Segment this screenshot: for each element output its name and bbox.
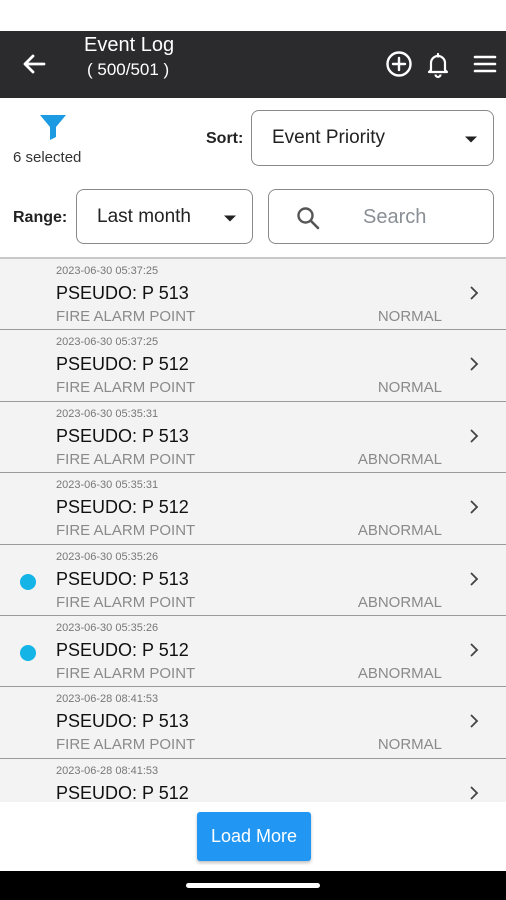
chevron-right-icon: [470, 429, 479, 443]
event-name: PSEUDO: P 513: [56, 711, 189, 732]
event-row[interactable]: 2023-06-30 05:35:26 PSEUDO: P 513 FIRE A…: [0, 544, 506, 616]
chevron-right-icon: [470, 714, 479, 728]
event-name: PSEUDO: P 513: [56, 568, 189, 589]
event-name: PSEUDO: P 512: [56, 639, 189, 660]
event-name: PSEUDO: P 512: [56, 782, 189, 802]
event-timestamp: 2023-06-30 05:35:26: [56, 621, 159, 634]
chevron-right-icon: [470, 643, 479, 657]
event-row[interactable]: 2023-06-30 05:35:26 PSEUDO: P 512 FIRE A…: [0, 615, 506, 688]
sort-value: Event Priority: [272, 127, 385, 148]
event-name: PSEUDO: P 512: [56, 497, 189, 518]
unread-indicator: [20, 644, 36, 661]
event-state: NORMAL: [377, 379, 442, 397]
event-name: PSEUDO: P 512: [56, 354, 189, 375]
event-name: PSEUDO: P 513: [56, 425, 189, 446]
event-state: ABNORMAL: [357, 450, 442, 468]
search-input[interactable]: Search: [268, 189, 494, 244]
chevron-right-icon: [470, 357, 479, 372]
magnifier-icon: [297, 207, 320, 230]
event-name: PSEUDO: P 513: [56, 283, 189, 303]
funnel-icon[interactable]: [38, 112, 68, 142]
app-bar: Event Log ( 500/501 ): [0, 31, 506, 98]
range-dropdown[interactable]: Last month: [76, 189, 253, 244]
event-count: ( 500/501 ): [87, 60, 170, 79]
event-row[interactable]: 2023-06-30 05:35:31 PSEUDO: P 512 FIRE A…: [0, 473, 506, 545]
event-timestamp: 2023-06-28 08:41:53: [56, 764, 159, 777]
event-timestamp: 2023-06-30 05:35:31: [56, 407, 159, 420]
event-type: FIRE ALARM POINT: [56, 664, 196, 682]
chevron-right-icon: [470, 786, 479, 800]
system-nav-bar: [0, 871, 506, 900]
event-state: ABNORMAL: [357, 664, 442, 682]
sort-dropdown[interactable]: Event Priority: [251, 110, 494, 166]
event-row[interactable]: 2023-06-30 05:37:25 PSEUDO: P 512 FIRE A…: [0, 330, 506, 402]
search-placeholder: Search: [363, 206, 427, 228]
unread-indicator: [20, 573, 36, 590]
bell-icon[interactable]: [423, 49, 453, 79]
range-label: Range:: [13, 209, 68, 226]
load-more-button[interactable]: Load More: [197, 812, 311, 861]
event-timestamp: 2023-06-30 05:37:25: [56, 265, 159, 277]
chevron-right-icon: [470, 500, 479, 514]
filter-selected-count: 6 selected: [13, 149, 82, 166]
hamburger-menu-icon[interactable]: [470, 49, 500, 79]
event-type: FIRE ALARM POINT: [56, 379, 196, 397]
caret-down-icon: [224, 215, 236, 221]
event-state: NORMAL: [377, 736, 442, 754]
event-row[interactable]: 2023-06-28 08:41:53 PSEUDO: P 513 FIRE A…: [0, 687, 506, 759]
event-timestamp: 2023-06-28 08:41:53: [56, 693, 159, 706]
event-timestamp: 2023-06-30 05:37:25: [56, 336, 159, 349]
event-type: FIRE ALARM POINT: [56, 522, 196, 540]
event-type: FIRE ALARM POINT: [56, 593, 196, 611]
event-row[interactable]: 2023-06-30 05:35:31 PSEUDO: P 513 FIRE A…: [0, 401, 506, 474]
home-indicator[interactable]: [186, 883, 320, 888]
bottom-bar: Load More: [0, 802, 506, 871]
page-title: Event Log: [84, 34, 175, 56]
range-value: Last month: [97, 205, 191, 227]
event-state: ABNORMAL: [357, 522, 442, 540]
event-type: FIRE ALARM POINT: [56, 450, 196, 468]
event-row[interactable]: 2023-06-28 08:41:53 PSEUDO: P 512: [0, 758, 506, 802]
status-bar: [0, 0, 506, 31]
event-type: FIRE ALARM POINT: [56, 308, 196, 325]
event-state: ABNORMAL: [357, 593, 442, 611]
event-type: FIRE ALARM POINT: [56, 736, 196, 754]
chevron-right-icon: [470, 571, 479, 586]
event-timestamp: 2023-06-30 05:35:26: [56, 550, 159, 563]
add-circle-icon[interactable]: [384, 49, 414, 79]
event-state: NORMAL: [377, 308, 442, 325]
arrow-left-icon[interactable]: [18, 48, 50, 80]
event-row[interactable]: 2023-06-30 05:37:25 PSEUDO: P 513 FIRE A…: [0, 259, 506, 331]
sort-label: Sort:: [206, 130, 244, 147]
event-timestamp: 2023-06-30 05:35:31: [56, 479, 159, 492]
caret-down-icon: [465, 136, 477, 143]
event-list[interactable]: 2023-06-30 05:37:25 PSEUDO: P 513 FIRE A…: [0, 257, 506, 802]
chevron-right-icon: [470, 286, 479, 300]
